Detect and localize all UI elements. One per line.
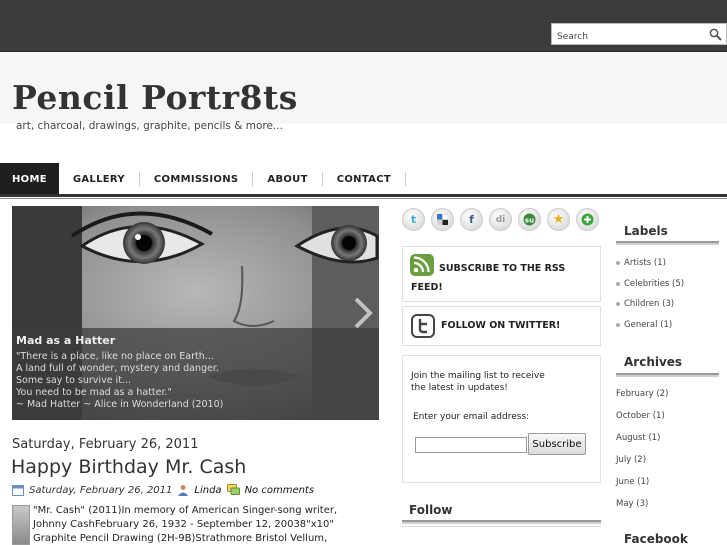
post-body: "Mr. Cash" (2011)In memory of American S… [33,504,343,545]
bullet-icon [616,282,620,286]
label-item[interactable]: Children (3) [616,299,674,309]
search-input[interactable] [552,27,702,47]
post-body-line: Johnny CashFebruary 26, 1932 - September… [33,519,335,530]
slider-caption-line: You need to be mad as a hatter." [16,387,172,398]
twitter-follow-link[interactable]: FOLLOW ON TWITTER! [441,320,560,331]
site-tagline: art, charcoal, drawings, graphite, penci… [16,120,283,132]
archive-item[interactable]: July (2) [616,455,646,465]
label-text[interactable]: Children (3) [624,299,674,309]
twitter-icon[interactable]: t [402,208,425,231]
delicious-icon[interactable] [431,208,454,231]
label-item[interactable]: Artists (1) [616,258,666,268]
archive-item[interactable]: June (1) [616,477,649,487]
bullet-icon [616,261,620,265]
twitter-follow-icon[interactable] [411,314,435,338]
calendar-icon [12,485,24,496]
twitter-widget: FOLLOW ON TWITTER! [402,306,601,346]
email-field[interactable] [415,437,527,453]
subscribe-button[interactable]: Subscribe [528,433,586,455]
comment-icon [226,484,240,495]
nav-about[interactable]: ABOUT [253,163,321,195]
slider-caption-line: "There is a place, like no place on Eart… [16,351,214,362]
slider-caption-title[interactable]: Mad as a Hatter [16,334,375,347]
labels-title-bar [616,241,719,245]
post-title[interactable]: Happy Birthday Mr. Cash [11,456,246,478]
featured-slider[interactable]: Mad as a Hatter "There is a place, like … [12,206,379,420]
archives-title-bar [616,373,719,377]
archive-item[interactable]: August (1) [616,433,661,443]
slider-caption-line: ~ Mad Hatter ~ Alice in Wonderland (2010… [16,399,224,410]
stumbleupon-icon[interactable]: su [518,208,541,231]
mailing-list-widget: Join the mailing list to receive the lat… [402,355,601,483]
mailing-list-text: Join the mailing list to receive the lat… [411,371,545,393]
archive-item[interactable]: May (3) [616,499,648,509]
search-icon[interactable] [709,28,722,41]
slider-caption-line: A land full of wonder, mystery and dange… [16,363,219,374]
digg-icon[interactable]: di [489,208,512,231]
follow-title-bar [402,520,601,524]
facebook-title: Facebook [624,532,688,545]
bullet-icon [616,302,620,306]
post-date-header: Saturday, February 26, 2011 [12,437,199,452]
post-comments-link[interactable]: No comments [245,485,315,496]
label-item[interactable]: Celebrities (5) [616,279,684,289]
main-nav: HOME GALLERY COMMISSIONS ABOUT CONTACT [0,163,727,195]
search-box[interactable] [551,23,727,47]
archive-item[interactable]: October (1) [616,411,665,421]
nav-underline-thin [0,198,727,199]
archives-title: Archives [624,355,683,369]
label-item[interactable]: General (1) [616,320,672,330]
top-bar [0,0,727,52]
archive-item[interactable]: February (2) [616,389,668,399]
follow-title-line [402,526,601,527]
facebook-icon[interactable]: f [460,208,483,231]
label-text[interactable]: Celebrities (5) [624,279,684,289]
follow-widget-title: Follow [409,503,453,517]
nav-underline [0,194,727,197]
rss-widget: SUBSCRIBE TO THE RSS FEED! [402,246,601,302]
post-body-line: Graphite Pencil Drawing (2H-9B)Strathmor… [33,533,328,544]
label-text[interactable]: Artists (1) [624,258,666,268]
site-header: Pencil Portr8ts art, charcoal, drawings,… [0,52,727,132]
labels-title: Labels [624,224,668,238]
slider-caption: Mad as a Hatter "There is a place, like … [12,328,379,420]
add-icon[interactable] [576,208,599,231]
nav-gallery[interactable]: GALLERY [59,163,139,195]
post-author-link[interactable]: Linda [194,485,221,496]
nav-contact[interactable]: CONTACT [323,163,405,195]
user-icon [178,485,189,496]
bullet-icon [616,323,620,327]
post-thumbnail[interactable] [12,505,30,545]
post-meta-date: Saturday, February 26, 2011 [29,484,173,496]
post-meta: Saturday, February 26, 2011 Linda No com… [12,484,314,496]
favorite-star-icon[interactable]: ★ [547,208,570,231]
nav-home[interactable]: HOME [0,163,59,195]
social-icons: t f di su ★ [402,208,599,231]
rss-subscribe-link[interactable]: SUBSCRIBE TO THE RSS FEED! [411,259,586,297]
slider-caption-line: Some say to survive it... [16,375,131,386]
post-body-line: "Mr. Cash" (2011)In memory of American S… [33,505,338,516]
slider-next-arrow-icon[interactable] [352,296,374,330]
svg-text:su: su [525,216,534,224]
site-title[interactable]: Pencil Portr8ts [12,78,298,117]
nav-commissions[interactable]: COMMISSIONS [140,163,253,195]
label-text[interactable]: General (1) [624,320,672,330]
email-label: Enter your email address: [413,412,530,422]
nav-divider [404,172,406,186]
